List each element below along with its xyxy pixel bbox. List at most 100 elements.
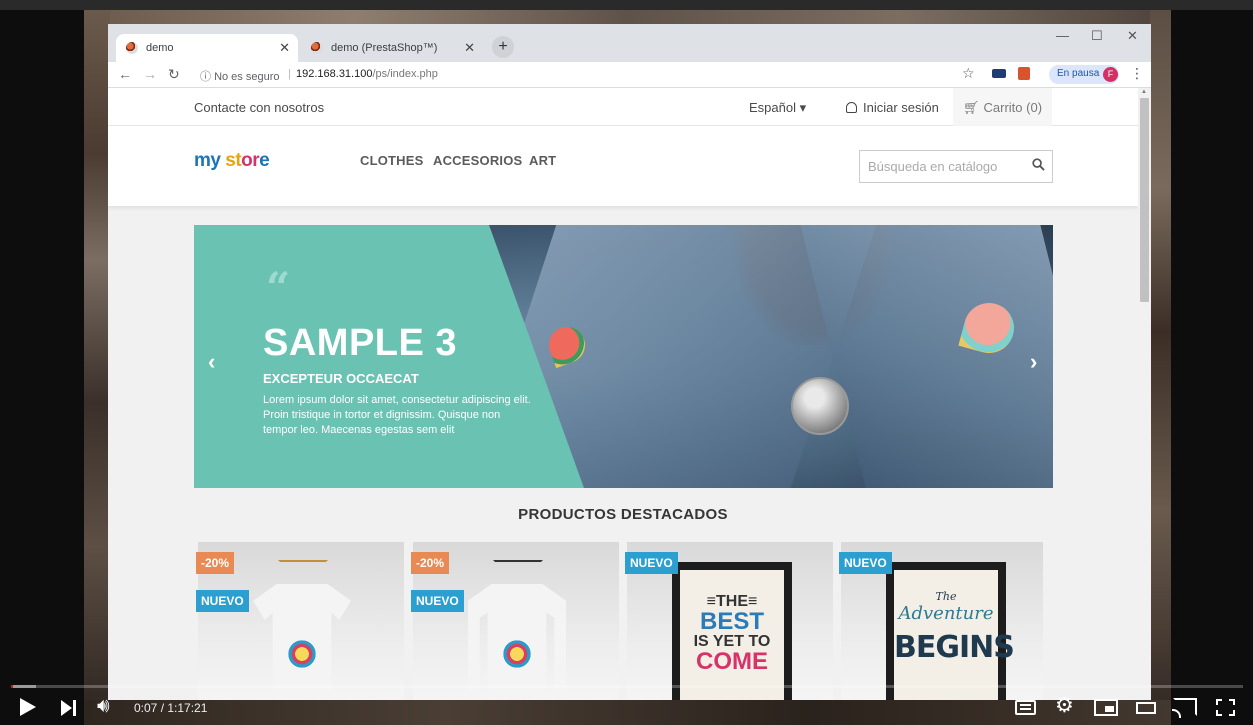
- url-host: 192.168.31.100: [296, 68, 373, 80]
- logo-part: e: [259, 150, 270, 171]
- browser-menu-icon[interactable]: ⋮: [1130, 65, 1144, 82]
- progress-buffered: [11, 685, 36, 688]
- volume-icon[interactable]: 🔊︎: [97, 696, 110, 716]
- poster-line: Adventure: [898, 603, 994, 624]
- product-card[interactable]: -20% NUEVO: [411, 542, 619, 700]
- theater-mode-icon[interactable]: [1136, 702, 1156, 714]
- store-top-nav: Contacte con nosotros Español ▾ Iniciar …: [108, 88, 1138, 126]
- video-progress-bar[interactable]: [11, 685, 1243, 688]
- menu-item-accesorios[interactable]: ACCESORIOS: [433, 153, 522, 168]
- store-logo[interactable]: my store: [194, 150, 270, 172]
- logo-part: or: [241, 150, 260, 171]
- background-photo-left: [84, 10, 110, 725]
- slider-prev-arrow-icon[interactable]: ‹: [208, 349, 215, 375]
- scroll-up-arrow-icon[interactable]: ▲: [1141, 89, 1147, 95]
- slide-photo-collar-right: [797, 225, 1053, 488]
- slide-description: Lorem ipsum dolor sit amet, consectetur …: [263, 394, 531, 436]
- extension-icon[interactable]: [992, 69, 1006, 78]
- new-tab-button[interactable]: +: [492, 36, 514, 58]
- shopping-cart-icon: 🛒︎: [963, 100, 980, 115]
- url-path: /ps/index.php: [372, 68, 438, 80]
- hummingbird-print-icon: [286, 638, 318, 670]
- slide-subtitle: EXCEPTEUR OCCAECAT: [263, 371, 419, 386]
- browser-window: demo ✕ demo (PrestaShop™) ✕ + — ☐ ✕ ← → …: [108, 24, 1151, 700]
- poster-frame: ≡THE≡ BEST IS YET TO COME: [672, 562, 792, 700]
- new-badge: NUEVO: [839, 552, 892, 574]
- video-top-strip: [0, 0, 1253, 10]
- slider-next-arrow-icon[interactable]: ›: [1030, 349, 1037, 375]
- tab-title: demo: [146, 42, 174, 54]
- close-tab-icon[interactable]: ✕: [279, 40, 290, 56]
- scrollbar-thumb[interactable]: [1140, 98, 1149, 302]
- hanger-icon: [278, 560, 328, 586]
- discount-badge: -20%: [196, 552, 235, 574]
- close-window-icon[interactable]: ✕: [1127, 28, 1138, 44]
- poster-line: BEGINS: [894, 630, 1015, 665]
- search-input[interactable]: [868, 159, 1028, 174]
- profile-sync-button[interactable]: En pausa F: [1049, 65, 1119, 84]
- logo-part: my: [194, 150, 221, 171]
- time-display: 0:07 / 1:17:21: [134, 701, 208, 715]
- reload-icon[interactable]: ↻: [168, 66, 180, 83]
- logo-part: st: [220, 150, 242, 171]
- office-extension-icon[interactable]: [1018, 67, 1030, 80]
- poster-line: COME: [696, 648, 768, 675]
- store-header: my store CLOTHES ACCESORIOS ART: [108, 126, 1138, 206]
- browser-toolbar: ← → ↻ ⓘ No es seguro | 192.168.31.100/ps…: [108, 62, 1151, 88]
- maximize-icon[interactable]: ☐: [1091, 28, 1103, 44]
- tab-strip: demo ✕ demo (PrestaShop™) ✕ + — ☐ ✕: [108, 24, 1151, 62]
- poster-line: BEST: [699, 608, 764, 635]
- user-icon: [846, 102, 857, 113]
- contact-link[interactable]: Contacte con nosotros: [194, 100, 324, 115]
- background-photo-right: [1150, 10, 1171, 725]
- new-badge: NUEVO: [411, 590, 464, 612]
- play-icon[interactable]: [20, 698, 36, 716]
- page-scrollbar[interactable]: ▲: [1138, 88, 1151, 700]
- product-card[interactable]: -20% NUEVO: [196, 542, 404, 700]
- menu-item-clothes[interactable]: CLOTHES: [360, 153, 424, 168]
- forward-arrow-icon[interactable]: →: [143, 66, 157, 82]
- video-frame[interactable]: demo ✕ demo (PrestaShop™) ✕ + — ☐ ✕ ← → …: [0, 0, 1253, 725]
- close-tab-icon[interactable]: ✕: [464, 40, 475, 56]
- browser-tab-prestashop[interactable]: demo (PrestaShop™) ✕: [301, 34, 483, 62]
- search-box: [859, 150, 1053, 183]
- profile-avatar: F: [1103, 67, 1118, 82]
- cast-icon[interactable]: [1172, 698, 1197, 718]
- fullscreen-icon[interactable]: [1216, 699, 1235, 716]
- slide-title: SAMPLE 3: [263, 322, 458, 364]
- tab-title: demo (PrestaShop™): [331, 42, 438, 54]
- poster-adventure-begins: The Adventure BEGINS: [894, 570, 1015, 700]
- prestashop-favicon-icon: [126, 42, 138, 54]
- caret-down-icon: ▾: [799, 100, 807, 115]
- address-divider: |: [288, 68, 291, 80]
- prestashop-favicon-icon: [311, 42, 323, 54]
- cart-link[interactable]: 🛒︎ Carrito (0): [953, 88, 1052, 126]
- quote-mark-icon: “: [266, 263, 291, 312]
- browser-tab-demo[interactable]: demo ✕: [116, 34, 298, 62]
- poster-frame: The Adventure BEGINS: [886, 562, 1015, 700]
- settings-gear-icon[interactable]: ⚙: [1055, 695, 1074, 716]
- language-selector[interactable]: Español ▾: [749, 100, 806, 116]
- product-card[interactable]: ≡THE≡ BEST IS YET TO COME NUEVO: [625, 542, 833, 700]
- cart-label: Carrito (0): [983, 100, 1043, 115]
- security-label: No es seguro: [214, 71, 280, 83]
- minimize-icon[interactable]: —: [1056, 28, 1069, 43]
- search-icon[interactable]: [1032, 158, 1045, 171]
- security-indicator[interactable]: ⓘ No es seguro: [200, 68, 280, 84]
- miniplayer-icon[interactable]: [1094, 699, 1118, 716]
- image-slider[interactable]: “ SAMPLE 3 EXCEPTEUR OCCAECAT Lorem ipsu…: [194, 225, 1053, 488]
- menu-item-art[interactable]: ART: [529, 153, 556, 168]
- new-badge: NUEVO: [196, 590, 249, 612]
- login-label: Iniciar sesión: [863, 100, 939, 115]
- product-card[interactable]: The Adventure BEGINS NUEVO: [839, 542, 1043, 700]
- subtitles-icon[interactable]: [1015, 700, 1036, 715]
- address-bar[interactable]: 192.168.31.100/ps/index.php: [296, 68, 438, 80]
- video-controls: 🔊︎ 0:07 / 1:17:21 ⚙: [0, 690, 1253, 725]
- back-arrow-icon[interactable]: ←: [118, 66, 132, 82]
- poster-best-is-yet-to-come: ≡THE≡ BEST IS YET TO COME: [680, 570, 784, 700]
- crew-button-icon: [791, 377, 849, 435]
- login-link[interactable]: Iniciar sesión: [846, 100, 939, 115]
- bookmark-star-icon[interactable]: ☆: [962, 65, 975, 82]
- next-video-icon[interactable]: [61, 700, 76, 721]
- discount-badge: -20%: [411, 552, 450, 574]
